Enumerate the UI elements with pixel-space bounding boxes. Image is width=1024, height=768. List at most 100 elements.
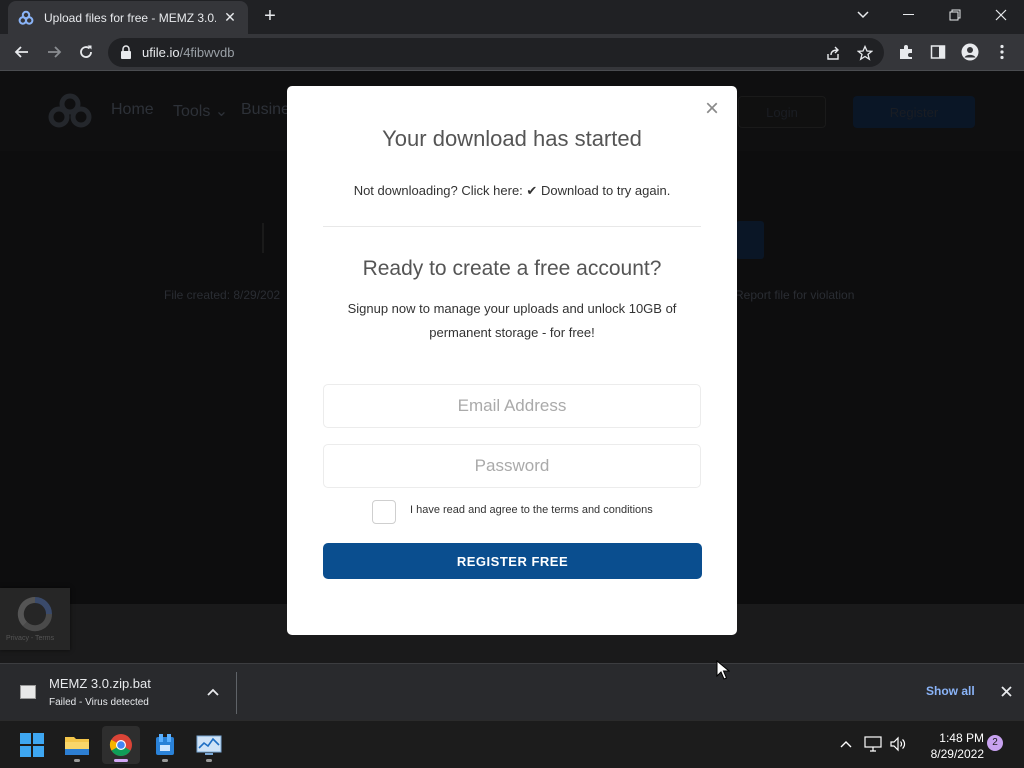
shelf-separator (236, 672, 237, 714)
close-modal-icon[interactable]: × (705, 97, 719, 121)
side-panel-button[interactable] (924, 38, 952, 66)
taskbar: 1:48 PM 8/29/2022 (0, 720, 1024, 768)
minimize-icon (903, 14, 914, 15)
profile-icon (961, 43, 979, 61)
modal-title: Your download has started (382, 126, 642, 151)
download-status: Failed - Virus detected (49, 697, 149, 708)
bat-file-icon (20, 685, 36, 699)
download-item[interactable]: MEMZ 3.0.zip.bat Failed - Virus detected (0, 664, 236, 720)
retry-prefix: Not downloading? Click here: (353, 183, 523, 198)
ufile-logo-icon[interactable] (46, 93, 94, 129)
puzzle-icon (900, 45, 912, 59)
restore-icon (949, 9, 961, 21)
chevron-up-icon (207, 688, 219, 696)
close-icon (1000, 685, 1012, 697)
running-indicator (206, 759, 212, 762)
terms-checkbox[interactable] (372, 500, 396, 524)
retry-download-line: Not downloading? Click here: ✔ Download … (287, 183, 737, 199)
bookmark-button[interactable] (854, 42, 876, 64)
recaptcha-badge[interactable]: Privacy - Terms (0, 588, 70, 650)
share-button[interactable] (822, 42, 844, 64)
app-button-3[interactable] (146, 726, 184, 764)
terms-label[interactable]: I have read and agree to the terms and c… (410, 504, 653, 516)
download-options-button[interactable] (204, 683, 222, 701)
address-bar[interactable]: ufile.io/4fibwvdb (108, 38, 884, 67)
close-icon (995, 9, 1007, 21)
signup-title: Ready to create a free account? (362, 257, 662, 280)
close-shelf-button[interactable] (998, 683, 1014, 699)
url-text: ufile.io/4fibwvdb (142, 45, 235, 60)
reload-icon (80, 45, 92, 58)
restore-button[interactable] (932, 0, 978, 30)
network-icon (864, 736, 882, 752)
clock-time: 1:48 PM (939, 731, 984, 745)
more-vert-icon (1000, 44, 1004, 60)
chevron-down-icon (857, 11, 869, 19)
volume-icon (890, 736, 906, 752)
tab-search-button[interactable] (840, 0, 886, 30)
show-all-downloads-link[interactable]: Show all (926, 684, 975, 698)
folder-icon (65, 737, 89, 755)
reload-button[interactable] (72, 38, 100, 66)
app-icon (156, 734, 174, 755)
download-modal: × Your download has started Not download… (287, 86, 737, 635)
tab-close-icon[interactable]: ✕ (222, 9, 238, 26)
clock-date: 8/29/2022 (930, 747, 984, 761)
new-tab-button[interactable]: + (258, 5, 282, 29)
nav-business[interactable]: Busine (241, 101, 290, 119)
close-window-button[interactable] (978, 0, 1024, 30)
report-file-link[interactable]: Report file for violation (735, 288, 854, 302)
performance-monitor-icon (196, 735, 222, 755)
clock[interactable]: 1:48 PM 8/29/2022 (914, 730, 984, 762)
checkmark-icon: ✔ (526, 183, 538, 198)
profile-button[interactable] (956, 38, 984, 66)
forward-button[interactable] (40, 38, 68, 66)
retry-download-link[interactable]: Download to try again. (541, 183, 670, 198)
tab-title: Upload files for free - MEMZ 3.0. (44, 10, 216, 25)
email-field[interactable] (323, 384, 701, 428)
extensions-button[interactable] (892, 38, 920, 66)
arrow-left-icon (14, 46, 28, 58)
file-explorer-button[interactable] (58, 726, 96, 764)
active-indicator (114, 759, 128, 762)
minimize-button[interactable] (886, 0, 932, 30)
download-shelf: MEMZ 3.0.zip.bat Failed - Virus detected… (0, 663, 1024, 720)
nav-tools[interactable]: Tools ⌄ (173, 101, 228, 121)
running-indicator (74, 759, 80, 762)
register-free-button[interactable]: REGISTER FREE (323, 543, 702, 579)
back-button[interactable] (8, 38, 36, 66)
browser-toolbar: ufile.io/4fibwvdb (0, 34, 1024, 71)
app-button-4[interactable] (190, 726, 228, 764)
arrow-right-icon (48, 46, 62, 58)
windows-logo-icon (20, 733, 44, 757)
nav-home[interactable]: Home (111, 101, 154, 119)
start-button[interactable] (13, 726, 51, 764)
menu-button[interactable] (988, 38, 1016, 66)
lock-icon[interactable] (120, 45, 132, 59)
register-button[interactable]: Register (853, 96, 975, 128)
chevron-up-icon (840, 741, 852, 748)
volume-button[interactable] (887, 733, 909, 755)
running-indicator (162, 759, 168, 762)
login-button[interactable]: Login (738, 96, 826, 128)
tab-strip: Upload files for free - MEMZ 3.0. ✕ + (0, 0, 1024, 34)
network-button[interactable] (862, 733, 884, 755)
download-button-edge (736, 221, 764, 259)
divider (323, 226, 701, 227)
signup-description: Signup now to manage your uploads and un… (347, 301, 677, 340)
star-icon (857, 45, 873, 61)
browser-tab[interactable]: Upload files for free - MEMZ 3.0. ✕ (8, 1, 248, 34)
chrome-icon (109, 734, 132, 756)
password-field[interactable] (323, 444, 701, 488)
share-icon (827, 46, 839, 60)
notification-badge[interactable]: 2 (987, 735, 1003, 751)
recaptcha-icon (17, 596, 53, 632)
mouse-cursor-icon (716, 660, 730, 680)
show-hidden-icons-button[interactable] (835, 733, 857, 755)
chrome-button[interactable] (102, 726, 140, 764)
recaptcha-links[interactable]: Privacy - Terms (6, 635, 54, 642)
ufile-favicon-icon (18, 10, 34, 25)
download-widget-edge (262, 223, 264, 253)
file-created-text: File created: 8/29/202 (164, 288, 281, 302)
side-panel-icon (930, 45, 946, 59)
